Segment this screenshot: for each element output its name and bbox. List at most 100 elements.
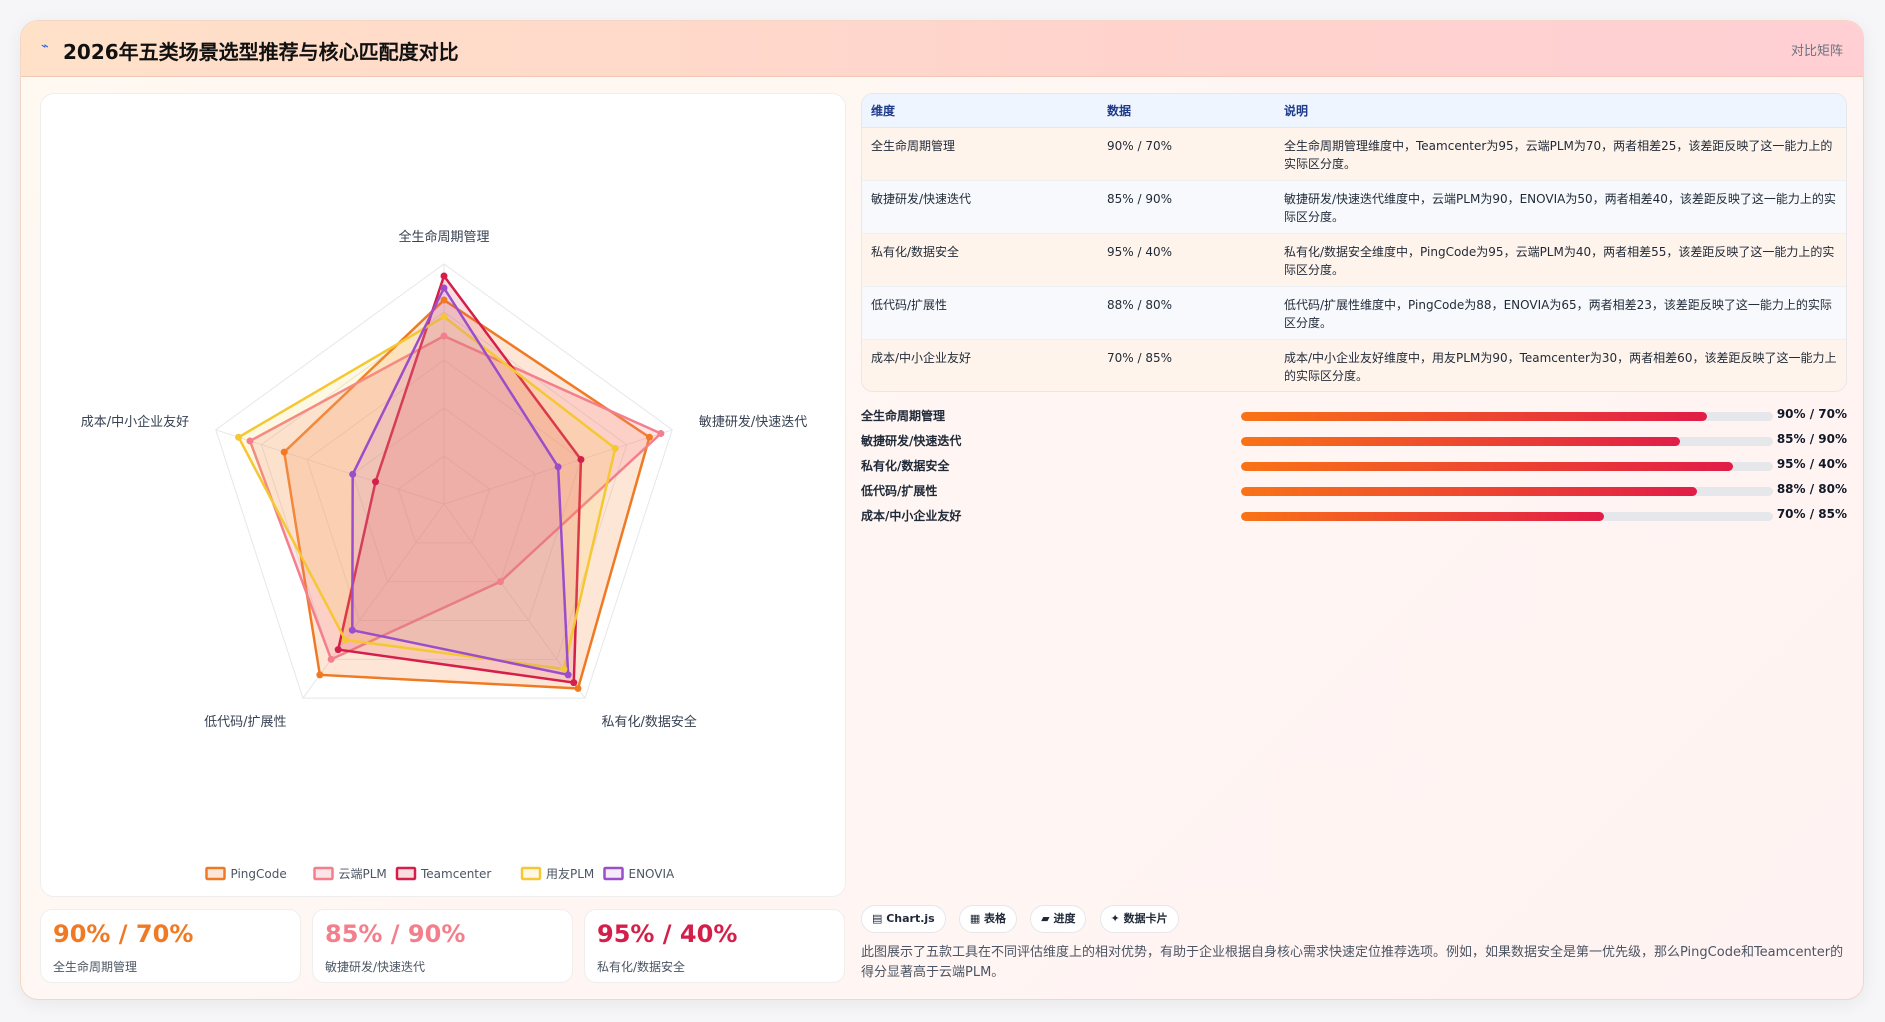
- data-point: [341, 636, 349, 644]
- table-cell: 私有化/数据安全: [862, 233, 1098, 287]
- kpi-value: 90% / 70%: [53, 920, 194, 948]
- column-header: 数据: [1098, 94, 1275, 128]
- axis-label: 全生命周期管理: [398, 229, 489, 245]
- progress-value: 85% / 90%: [1776, 432, 1847, 446]
- progress-value: 88% / 80%: [1776, 482, 1847, 496]
- progress-list: 全生命周期管理 90% / 70% 敏捷研发/快速迭代 85% / 90% 私有…: [861, 403, 1847, 528]
- data-point: [645, 433, 653, 441]
- axis-label: 成本/中小企业友好: [81, 414, 189, 430]
- table-cell: 70% / 85%: [1098, 339, 1275, 391]
- chip-progress[interactable]: ▰ 进度: [1030, 905, 1087, 933]
- data-point: [327, 655, 335, 663]
- progress-label: 低代码/扩展性: [861, 484, 938, 498]
- kpi-card-agile: 85% / 90% 敏捷研发/快速迭代: [312, 909, 573, 983]
- progress-value: 70% / 85%: [1776, 507, 1847, 521]
- kpi-label: 全生命周期管理: [53, 960, 138, 974]
- data-point: [440, 296, 448, 304]
- kpi-label: 敏捷研发/快速迭代: [325, 960, 426, 974]
- table-row: 低代码/扩展性 88% / 80% 低代码/扩展性维度中，PingCode为88…: [862, 286, 1846, 340]
- data-point: [349, 470, 357, 478]
- data-point: [440, 272, 448, 280]
- legend-swatch: [603, 866, 624, 881]
- table-cell: 全生命周期管理维度中，Teamcenter为95，云端PLM为70，两者相差25…: [1275, 127, 1846, 181]
- column-header: 说明: [1275, 94, 1846, 128]
- table-row: 全生命周期管理 90% / 70% 全生命周期管理维度中，Teamcenter为…: [862, 127, 1846, 181]
- data-point: [440, 332, 448, 340]
- page-title: 2026年五类场景选型推荐与核心匹配度对比: [63, 40, 459, 64]
- table-cell: 90% / 70%: [1098, 127, 1275, 181]
- card-header: ⌁ 2026年五类场景选型推荐与核心匹配度对比 对比矩阵: [21, 21, 1863, 77]
- comparison-card: ⌁ 2026年五类场景选型推荐与核心匹配度对比 对比矩阵 全生命周期管理敏捷研发…: [20, 20, 1864, 1000]
- table-cell: 85% / 90%: [1098, 180, 1275, 234]
- chart-icon: ⌁: [41, 39, 49, 54]
- progress-fill: [1241, 437, 1681, 446]
- chip-data-cards[interactable]: ✦ 数据卡片: [1099, 905, 1179, 933]
- table-cell: 私有化/数据安全维度中，PingCode为95，云端PLM为40，两者相差55，…: [1275, 233, 1846, 287]
- legend-label: 用友PLM: [546, 867, 594, 881]
- progress-fill: [1241, 487, 1697, 496]
- axis-label: 低代码/扩展性: [204, 715, 286, 730]
- data-point: [280, 448, 288, 456]
- progress-fill: [1241, 462, 1734, 471]
- legend-swatch: [205, 866, 226, 881]
- data-point: [574, 684, 582, 692]
- legend-label: PingCode: [231, 867, 287, 881]
- table-cell: 95% / 40%: [1098, 233, 1275, 287]
- data-point: [570, 679, 578, 687]
- legend-swatch: [520, 866, 542, 881]
- data-point: [657, 430, 665, 438]
- progress-label: 全生命周期管理: [861, 409, 946, 423]
- header-tag: 对比矩阵: [1790, 44, 1843, 59]
- table-cell: 低代码/扩展性维度中，PingCode为88，ENOVIA为65，两者相差23，…: [1275, 286, 1846, 340]
- progress-track: [1241, 462, 1773, 471]
- kpi-card-security: 95% / 40% 私有化/数据安全: [584, 909, 845, 983]
- series-area: [351, 285, 570, 677]
- data-table: 维度 数据 说明 全生命周期管理 90% / 70% 全生命周期管理维度中，Te…: [861, 93, 1847, 392]
- progress-row: 成本/中小企业友好 70% / 85%: [861, 503, 1847, 528]
- data-point: [554, 463, 562, 471]
- progress-fill: [1241, 412, 1707, 421]
- progress-row: 低代码/扩展性 88% / 80%: [861, 478, 1847, 503]
- table-cell: 全生命周期管理: [862, 127, 1098, 181]
- progress-label: 敏捷研发/快速迭代: [861, 434, 962, 448]
- progress-track: [1241, 512, 1773, 521]
- data-point: [334, 646, 342, 654]
- legend-label: ENOVIA: [629, 867, 676, 881]
- data-point: [496, 578, 504, 586]
- chip-table[interactable]: ▦ 表格: [958, 905, 1018, 933]
- legend-swatch: [395, 866, 417, 881]
- radar-chart-panel: 全生命周期管理 敏捷研发/快速迭代 私有化/数据安全 低代码/扩展性 成本/中小企业友好…: [40, 93, 846, 897]
- kpi-value: 85% / 90%: [325, 920, 466, 948]
- table-row: 成本/中小企业友好 70% / 85% 成本/中小企业友好维度中，用友PLM为9…: [862, 339, 1846, 391]
- legend-swatch: [313, 866, 334, 881]
- data-point: [611, 444, 619, 452]
- progress-track: [1241, 487, 1773, 496]
- data-point: [316, 671, 324, 679]
- radar-chart: 全生命周期管理敏捷研发/快速迭代私有化/数据安全 低代码/扩展性 成本/中小企业友好…: [81, 229, 808, 881]
- axis-label: 私有化/数据安全: [602, 714, 697, 730]
- progress-value: 95% / 40%: [1776, 457, 1847, 471]
- table-cell: 敏捷研发/快速迭代维度中，云端PLM为90，ENOVIA为50，两者相差40，该…: [1275, 180, 1846, 234]
- data-point: [440, 284, 448, 292]
- data-point: [348, 626, 356, 634]
- data-point: [372, 478, 380, 486]
- chip-chartjs[interactable]: ▤ Chart.js: [861, 905, 946, 933]
- progress-row: 私有化/数据安全 95% / 40%: [861, 453, 1847, 478]
- chart-description: 此图展示了五款工具在不同评估维度上的相对优势，有助于企业根据自身核心需求快速定位…: [861, 945, 1844, 980]
- legend-label: Teamcenter: [420, 867, 491, 881]
- data-point: [577, 456, 585, 464]
- progress-label: 成本/中小企业友好: [861, 509, 962, 523]
- table-header-row: 维度 数据 说明: [862, 94, 1846, 128]
- data-point: [560, 665, 568, 673]
- table-cell: 低代码/扩展性: [862, 286, 1098, 340]
- table-cell: 88% / 80%: [1098, 286, 1275, 340]
- data-point: [235, 433, 243, 441]
- data-point: [246, 437, 254, 445]
- progress-row: 全生命周期管理 90% / 70%: [861, 403, 1847, 428]
- progress-track: [1241, 412, 1773, 421]
- kpi-label: 私有化/数据安全: [597, 960, 686, 974]
- table-row: 私有化/数据安全 95% / 40% 私有化/数据安全维度中，PingCode为…: [862, 233, 1846, 287]
- kpi-value: 95% / 40%: [597, 920, 738, 948]
- table-cell: 成本/中小企业友好: [862, 339, 1098, 391]
- progress-row: 敏捷研发/快速迭代 85% / 90%: [861, 428, 1847, 453]
